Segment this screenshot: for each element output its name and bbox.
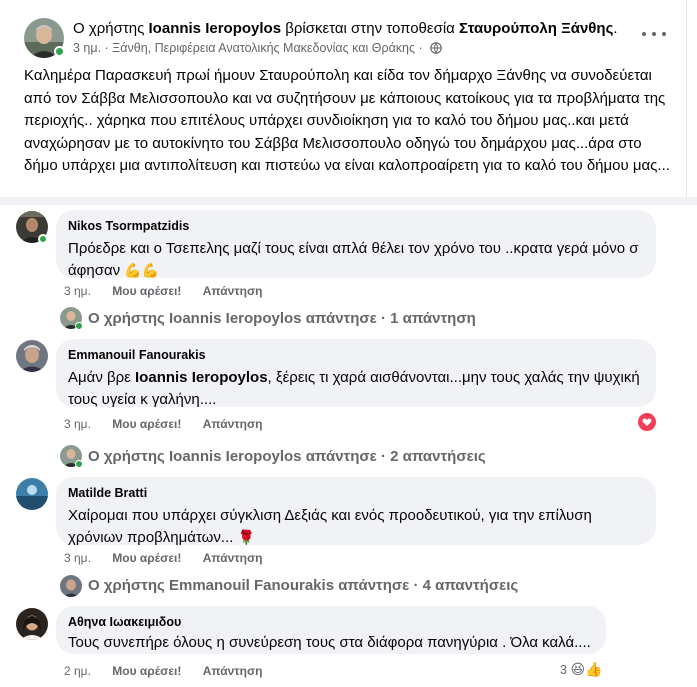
- location-suffix: .: [613, 20, 618, 37]
- post-author-name[interactable]: Ioannis Ieropoylos: [149, 20, 282, 37]
- online-status-icon: [75, 322, 83, 330]
- haha-like-reaction-icons: 😆👍: [570, 661, 603, 677]
- comment-text-content: Χαίρομαι που υπάρχει σύγκλιση Δεξιάς και…: [68, 507, 592, 546]
- comment-time[interactable]: 2 ημ.: [64, 664, 91, 678]
- comment-author[interactable]: Nikos Tsormpatzidis: [68, 218, 644, 234]
- comment-time[interactable]: 3 ημ.: [64, 284, 91, 298]
- comment-time[interactable]: 3 ημ.: [64, 417, 91, 431]
- comment-actions: 3 ημ. Μου αρέσει! Απάντηση: [64, 551, 281, 565]
- reply-button[interactable]: Απάντηση: [203, 417, 263, 431]
- comment-bubble: Matilde Bratti Χαίρομαι που υπάρχει σύγκ…: [56, 477, 656, 546]
- post-header: Ο χρήστης Ioannis Ieropoylos βρίσκεται σ…: [73, 19, 618, 39]
- online-status-icon: [54, 46, 65, 57]
- comment-bubble: Emmanouil Fanourakis Αμάν βρε Ioannis Ie…: [56, 339, 656, 408]
- section-divider: [0, 197, 697, 205]
- comment-avatar[interactable]: [16, 608, 48, 640]
- more-options-icon[interactable]: [642, 26, 666, 42]
- post-location-link[interactable]: Σταυρούπολη Ξάνθης: [459, 20, 613, 37]
- like-button[interactable]: Μου αρέσει!: [112, 664, 181, 678]
- comment-author[interactable]: Αθηνα Ιωακειμιδου: [68, 614, 594, 630]
- location-text: βρίσκεται στην τοποθεσία: [285, 20, 455, 37]
- like-button[interactable]: Μου αρέσει!: [112, 284, 181, 298]
- flexed-biceps-emoji: 💪💪: [124, 262, 160, 278]
- globe-icon: [430, 42, 442, 54]
- comment-text: Τους συνεπήρε όλους η συνεύρεση τους στα…: [68, 634, 591, 651]
- comment-actions: 2 ημ. Μου αρέσει! Απάντηση: [64, 664, 281, 678]
- online-status-icon: [75, 460, 83, 468]
- online-status-icon: [38, 234, 48, 244]
- heart-reaction-icon[interactable]: [638, 413, 656, 431]
- like-button[interactable]: Μου αρέσει!: [112, 551, 181, 565]
- mentioned-user-link[interactable]: Ioannis Ieropoylos: [135, 369, 268, 386]
- comment-actions: 3 ημ. Μου αρέσει! Απάντηση: [64, 284, 281, 298]
- view-replies-link[interactable]: Ο χρήστης Ioannis Ieropoylos απάντησε · …: [88, 447, 486, 467]
- comment-bubble: Αθηνα Ιωακειμιδου Τους συνεπήρε όλους η …: [56, 606, 606, 654]
- reaction-count[interactable]: 3 😆👍: [560, 662, 602, 677]
- reaction-count-number: 3: [560, 663, 567, 677]
- reply-avatar: [60, 575, 82, 597]
- comment-text: Πρόεδρε και ο Τσεπελης μαζί τους είναι α…: [68, 238, 644, 282]
- post-timestamp-location[interactable]: 3 ημ. · Ξάνθη, Περιφέρεια Ανατολικής Μακ…: [73, 41, 423, 55]
- comment-text-content: Αμάν βρε: [68, 369, 136, 386]
- reply-button[interactable]: Απάντηση: [203, 284, 263, 298]
- view-replies-link[interactable]: Ο χρήστης Ioannis Ieropoylos απάντησε · …: [88, 309, 476, 329]
- comment-text: Αμάν βρε Ioannis Ieropoylos, ξέρεις τι χ…: [68, 367, 644, 411]
- comment-avatar[interactable]: [16, 340, 48, 372]
- rose-emoji: 🌹: [237, 529, 256, 545]
- post-body: Καλημέρα Παρασκευή πρωί ήμουν Σταυρούπολ…: [24, 67, 670, 174]
- view-replies-link[interactable]: Ο χρήστης Emmanouil Fanourakis απάντησε …: [88, 576, 518, 596]
- reply-button[interactable]: Απάντηση: [203, 664, 263, 678]
- comment-time[interactable]: 3 ημ.: [64, 551, 91, 565]
- comment-text: Χαίρομαι που υπάρχει σύγκλιση Δεξιάς και…: [68, 505, 644, 549]
- post-meta: 3 ημ. · Ξάνθη, Περιφέρεια Ανατολικής Μακ…: [73, 41, 442, 55]
- comment-bubble: Nikos Tsormpatzidis Πρόεδρε και ο Τσεπελ…: [56, 210, 656, 279]
- comment-actions: 3 ημ. Μου αρέσει! Απάντηση: [64, 417, 281, 431]
- comment-author[interactable]: Emmanouil Fanourakis: [68, 347, 644, 363]
- post-card: Ο χρήστης Ioannis Ieropoylos βρίσκεται σ…: [0, 0, 687, 197]
- comment-avatar[interactable]: [16, 478, 48, 510]
- reply-button[interactable]: Απάντηση: [203, 551, 263, 565]
- like-button[interactable]: Μου αρέσει!: [112, 417, 181, 431]
- comment-author[interactable]: Matilde Bratti: [68, 485, 644, 501]
- author-prefix: Ο χρήστης: [73, 20, 145, 37]
